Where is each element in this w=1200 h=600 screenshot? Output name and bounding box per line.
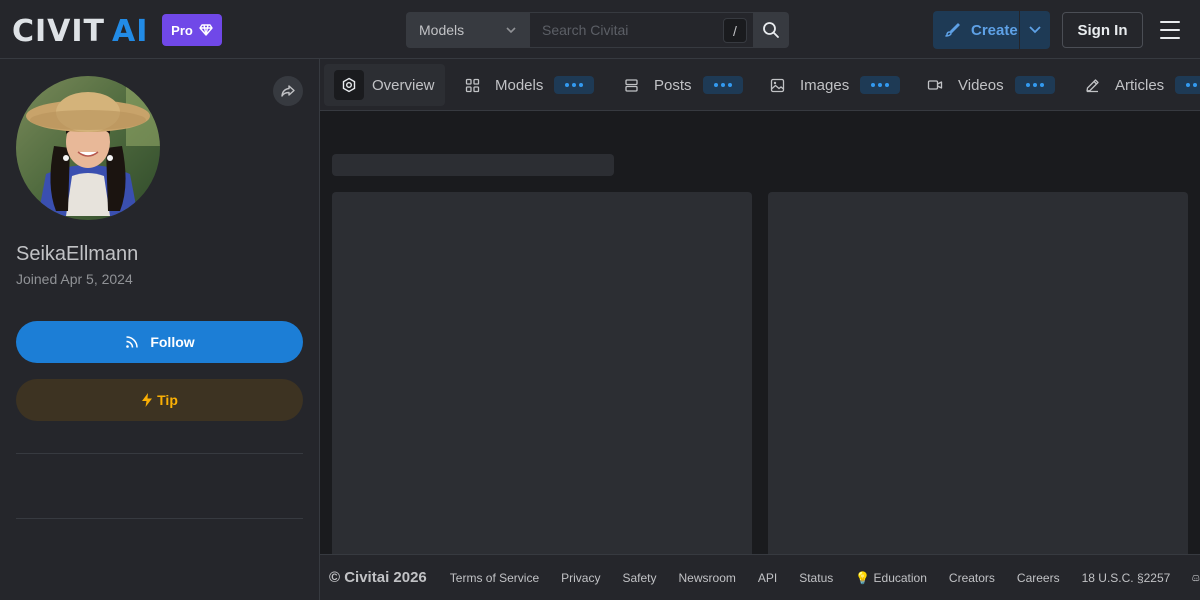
loading-dots-icon [702, 76, 743, 94]
image-icon [770, 78, 784, 92]
search-shortcut-key: / [723, 18, 747, 43]
loading-dots-icon [554, 76, 595, 94]
tab-articles[interactable]: Articles [1077, 64, 1200, 106]
share-icon [281, 85, 295, 97]
chevron-down-icon[interactable] [1027, 23, 1043, 37]
profile-sidebar: SeikaEllmann Joined Apr 5, 2024 Follow T… [0, 59, 320, 600]
tab-models[interactable]: Models [457, 64, 595, 106]
username: SeikaEllmann [16, 243, 139, 265]
diamond-icon [199, 24, 213, 36]
search-button[interactable] [753, 12, 789, 48]
follow-button[interactable]: Follow [16, 321, 303, 363]
search-bar: Models / [406, 12, 789, 48]
tab-posts[interactable]: Posts [616, 64, 743, 106]
search-icon [763, 22, 779, 38]
search-input[interactable] [542, 22, 722, 38]
footer: © Civitai 2026 Terms of Service Privacy … [320, 554, 1200, 600]
svg-text:CIVIT: CIVIT [12, 16, 105, 44]
logo-wordmark-icon: CIVIT AI [12, 16, 148, 44]
footer-link-creators[interactable]: Creators [949, 571, 995, 585]
footer-link-terms[interactable]: Terms of Service [450, 571, 539, 585]
search-category-value: Models [419, 22, 465, 38]
joined-date: Joined Apr 5, 2024 [16, 271, 133, 287]
skeleton-card [768, 192, 1188, 554]
tab-label: Models [495, 76, 544, 94]
footer-link-api[interactable]: API [758, 571, 777, 585]
avatar-image [16, 76, 160, 220]
loading-dots-icon [1175, 76, 1200, 94]
main-content [320, 111, 1200, 554]
pro-badge[interactable]: Pro [162, 14, 222, 46]
footer-link-education[interactable]: 💡 Education [855, 571, 927, 585]
video-icon [927, 80, 943, 90]
profile-tabs: Overview Models Posts Images Videos Arti… [320, 59, 1200, 111]
tab-overview[interactable]: Overview [324, 64, 445, 106]
follow-label: Follow [150, 334, 195, 350]
loading-dots-icon [1014, 76, 1055, 94]
sidebar-divider [16, 453, 303, 454]
footer-link-careers[interactable]: Careers [1017, 571, 1060, 585]
discord-icon[interactable] [1192, 571, 1200, 585]
tab-images[interactable]: Images [762, 64, 901, 106]
search-category-select[interactable]: Models [406, 12, 530, 48]
footer-link-2257[interactable]: 18 U.S.C. §2257 [1082, 571, 1171, 585]
pencil-icon [1085, 78, 1099, 92]
search-input-wrapper: / [530, 12, 753, 48]
loading-dots-icon [860, 76, 901, 94]
civitai-logo[interactable]: CIVIT AI [12, 16, 152, 44]
footer-copyright: © Civitai 2026 [329, 569, 427, 586]
footer-link-status[interactable]: Status [799, 571, 833, 585]
create-button[interactable]: Create [933, 11, 1050, 49]
sidebar-divider [16, 518, 303, 519]
pro-label: Pro [171, 22, 193, 38]
create-label: Create [971, 21, 1018, 39]
rss-icon [126, 336, 139, 348]
footer-link-newsroom[interactable]: Newsroom [679, 571, 736, 585]
top-header: CIVIT AI Pro Models / [0, 0, 1200, 59]
svg-text:AI: AI [112, 16, 148, 44]
skeleton-card [332, 192, 752, 554]
tab-label: Posts [654, 76, 692, 94]
grid-icon [465, 78, 479, 92]
avatar [16, 76, 160, 220]
tip-button[interactable]: Tip [16, 379, 303, 421]
skeleton-title [332, 154, 614, 176]
footer-link-safety[interactable]: Safety [622, 571, 656, 585]
hamburger-menu-icon[interactable] [1158, 18, 1182, 42]
bolt-icon [142, 393, 153, 407]
tab-label: Overview [372, 76, 435, 94]
tab-videos[interactable]: Videos [920, 64, 1055, 106]
share-button[interactable] [273, 76, 303, 106]
brush-icon [945, 23, 960, 37]
posts-icon [624, 78, 638, 92]
tab-label: Images [800, 76, 850, 94]
tab-label: Videos [958, 76, 1004, 94]
tab-label: Articles [1115, 76, 1165, 94]
tip-label: Tip [157, 392, 178, 408]
chevron-down-icon [506, 27, 516, 34]
sign-in-button[interactable]: Sign In [1062, 12, 1143, 48]
overview-icon [342, 77, 356, 93]
footer-link-privacy[interactable]: Privacy [561, 571, 600, 585]
